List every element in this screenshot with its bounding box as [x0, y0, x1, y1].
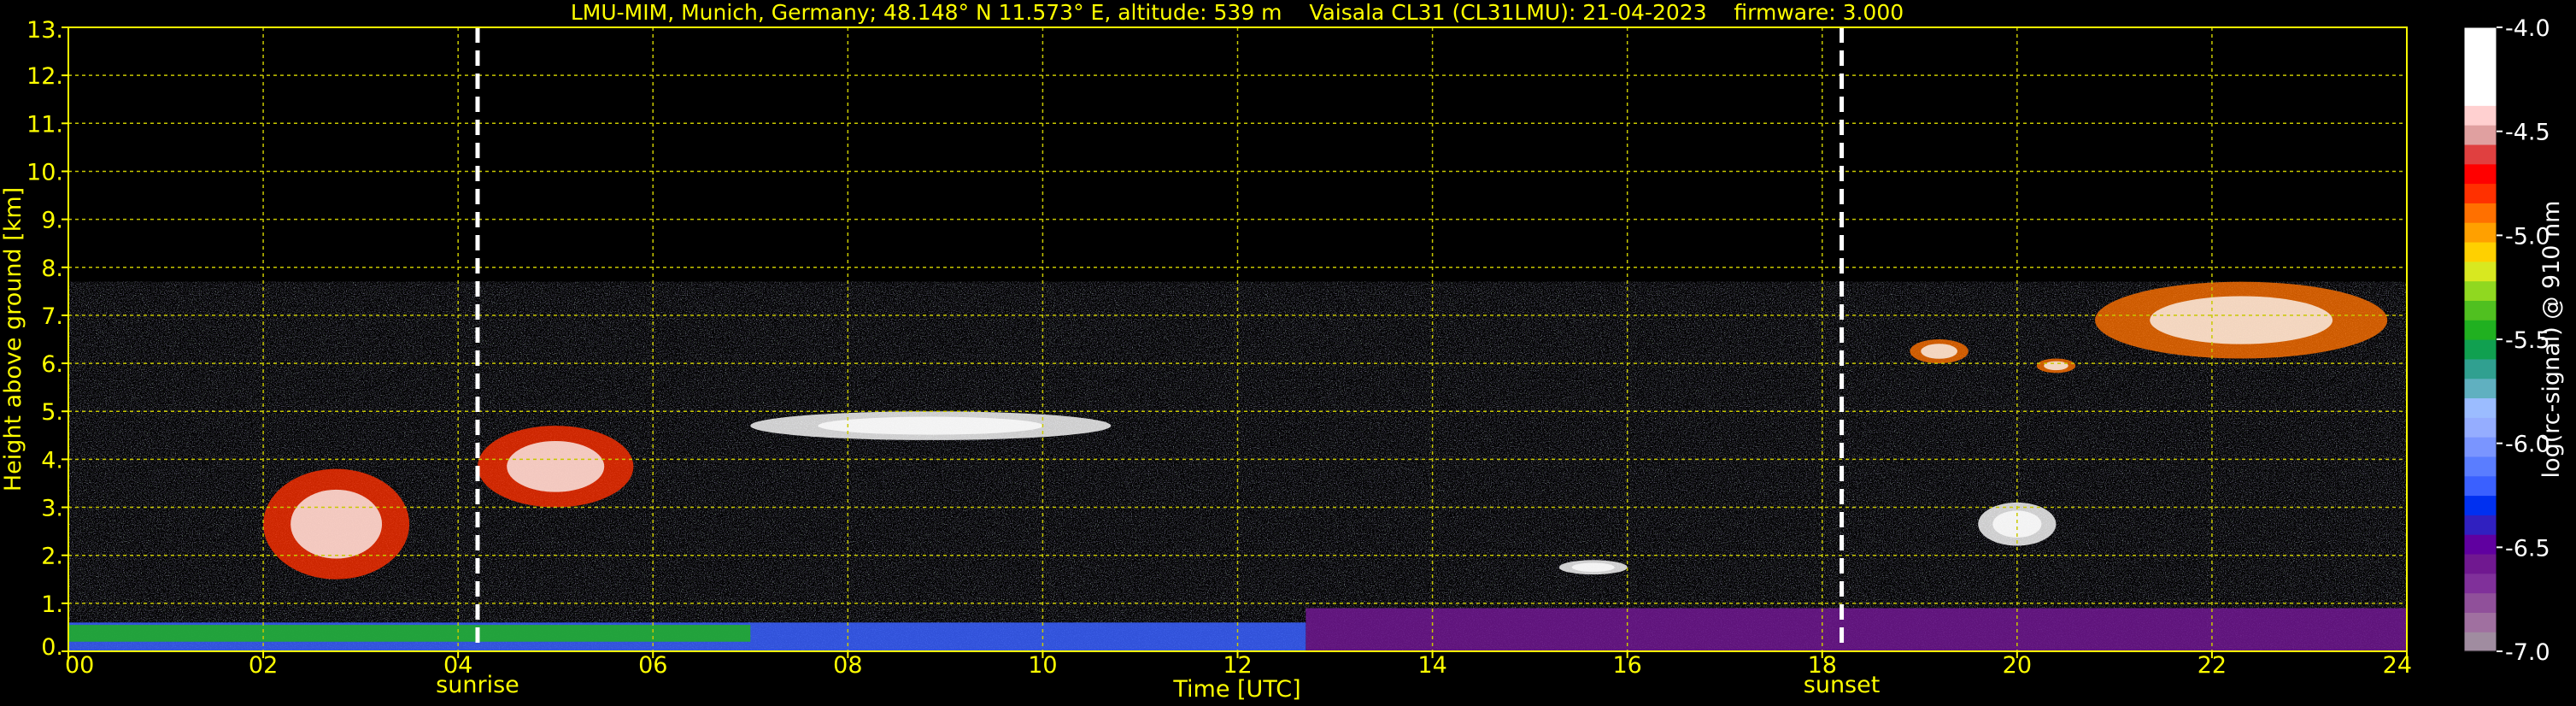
y-tick-label-3: 3. — [41, 496, 63, 522]
colorbar-swatch-26 — [2464, 125, 2497, 145]
colorbar-swatch-31 — [2464, 27, 2497, 48]
colorbar-swatch-0 — [2464, 632, 2497, 652]
colorbar-swatch-15 — [2464, 339, 2497, 360]
cloud-core-8 — [1921, 344, 1957, 359]
y-tick-label-2: 2. — [41, 544, 63, 570]
y-tick-label-0: 0. — [41, 634, 63, 661]
x-tick-label-12: 24 — [2383, 652, 2412, 679]
aerosol-layer-1 — [1306, 608, 2407, 651]
y-tick-label-4: 4. — [41, 447, 63, 474]
colorbar: -7.0-6.5-6.0-5.5-5.0-4.5-4.0 — [2463, 15, 2550, 666]
colorbar-swatch-17 — [2464, 300, 2497, 321]
colorbar-swatch-13 — [2464, 378, 2497, 399]
cloud-core-4 — [290, 489, 383, 559]
colorbar-swatch-11 — [2464, 417, 2497, 438]
y-tick-label-9: 9. — [41, 208, 63, 234]
colorbar-swatch-1 — [2464, 612, 2497, 632]
x-tick-label-4: 08 — [833, 652, 862, 679]
colorbar-swatch-30 — [2464, 46, 2497, 68]
colorbar-swatch-22 — [2464, 203, 2497, 223]
colorbar-swatch-19 — [2464, 261, 2497, 282]
y-tick-label-8: 8. — [41, 256, 63, 282]
y-tick-label-7: 7. — [41, 303, 63, 330]
x-tick-label-3: 06 — [638, 652, 667, 679]
x-axis-label: Time [UTC] — [1172, 676, 1300, 703]
colorbar-tick-label-5: -4.5 — [2505, 120, 2550, 146]
colorbar-swatch-20 — [2464, 241, 2497, 262]
y-axis-ticks: 0. 1. 2. 3. 4. 5. 6. 7. 8. 9. 10. 11. 12. 13. — [26, 17, 68, 661]
x-tick-label-6: 12 — [1223, 652, 1252, 679]
x-tick-label-0: 00 — [65, 652, 94, 679]
y-tick-label-6: 6. — [41, 351, 63, 378]
cloud-core-10 — [2150, 296, 2333, 344]
colorbar-label: log(rc-signal) @ 910 nm — [2538, 201, 2565, 479]
y-tick-label-13: 13. — [26, 17, 63, 44]
colorbar-swatch-18 — [2464, 280, 2497, 301]
x-tick-label-11: 22 — [2198, 652, 2227, 679]
colorbar-swatch-12 — [2464, 397, 2497, 418]
y-tick-label-12: 12. — [26, 63, 63, 90]
colorbar-swatch-29 — [2464, 66, 2497, 87]
colorbar-tick-label-0: -7.0 — [2505, 639, 2550, 666]
colorbar-swatch-9 — [2464, 456, 2497, 477]
x-tick-label-7: 14 — [1417, 652, 1446, 679]
chart-title: LMU-MIM, Munich, Germany; 48.148° N 11.5… — [571, 0, 1904, 25]
colorbar-swatch-14 — [2464, 358, 2497, 379]
x-tick-label-1: 02 — [249, 652, 278, 679]
colorbar-swatch-6 — [2464, 515, 2497, 535]
x-tick-label-2: 04 — [443, 652, 472, 679]
y-tick-label-5: 5. — [41, 399, 63, 426]
colorbar-swatch-27 — [2464, 105, 2497, 126]
cloud-core-6 — [1571, 562, 1615, 572]
colorbar-swatch-5 — [2464, 534, 2497, 555]
x-tick-label-5: 10 — [1028, 652, 1057, 679]
y-axis-label: Height above ground [km] — [0, 187, 26, 491]
x-tick-label-10: 20 — [2003, 652, 2032, 679]
colorbar-swatch-23 — [2464, 183, 2497, 203]
cloud-core-3 — [507, 440, 605, 492]
y-tick-label-1: 1. — [41, 591, 63, 618]
colorbar-tick-label-1: -6.5 — [2505, 535, 2550, 562]
cloud-core-9 — [2044, 361, 2068, 371]
y-tick-label-11: 11. — [26, 111, 63, 138]
y-tick-label-10: 10. — [26, 159, 63, 185]
cloud-core-5 — [818, 416, 1044, 435]
colorbar-swatch-10 — [2464, 437, 2497, 457]
aerosol-layer-2 — [68, 625, 751, 642]
colorbar-swatch-21 — [2464, 222, 2497, 243]
colorbar-swatch-2 — [2464, 592, 2497, 613]
colorbar-swatch-8 — [2464, 475, 2497, 497]
colorbar-swatch-7 — [2464, 495, 2497, 515]
x-axis-ticks: 00 02 04 06 08 10 12 14 16 18 20 22 24 — [65, 651, 2412, 679]
ceilometer-chart: sunrise sunset 00 02 04 06 08 10 12 14 16 18 20 22 24… — [0, 0, 2565, 703]
x-tick-label-9: 18 — [1808, 652, 1837, 679]
x-tick-label-8: 16 — [1612, 652, 1641, 679]
colorbar-swatch-24 — [2464, 163, 2497, 185]
colorbar-swatch-28 — [2464, 85, 2497, 106]
colorbar-swatch-4 — [2464, 553, 2497, 574]
colorbar-swatch-3 — [2464, 573, 2497, 594]
colorbar-swatch-25 — [2464, 144, 2497, 165]
colorbar-swatch-16 — [2464, 320, 2497, 340]
colorbar-tick-label-6: -4.0 — [2505, 15, 2550, 42]
